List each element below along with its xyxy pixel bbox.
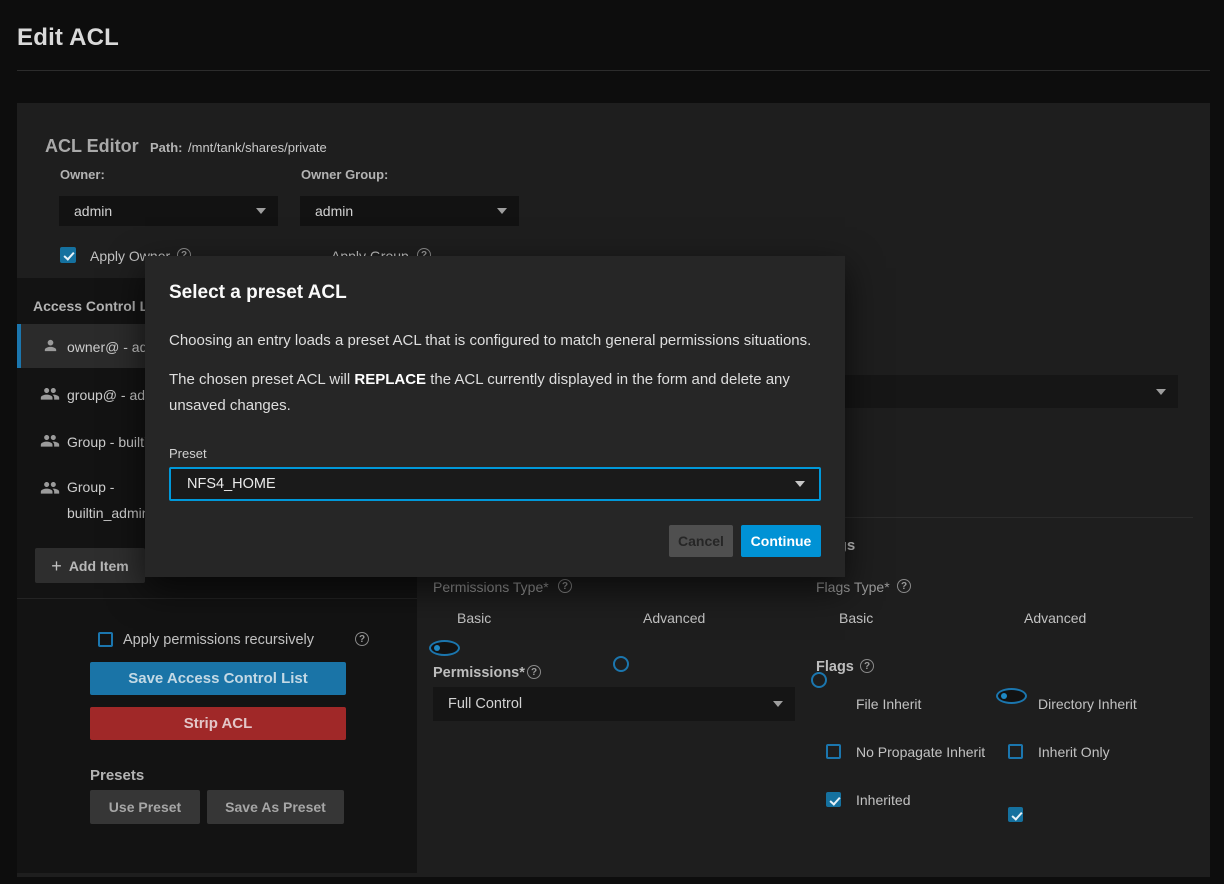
flag-file-inherit-label: File Inherit bbox=[856, 696, 921, 712]
help-icon[interactable]: ? bbox=[897, 579, 911, 593]
chevron-down-icon bbox=[497, 208, 507, 214]
chevron-down-icon bbox=[256, 208, 266, 214]
plus-icon: + bbox=[51, 557, 62, 575]
permissions-type-label: Permissions Type* bbox=[433, 579, 549, 595]
selected-indicator bbox=[17, 324, 21, 368]
flags-type-basic-label: Basic bbox=[839, 610, 873, 626]
save-acl-button[interactable]: Save Access Control List bbox=[90, 662, 346, 695]
chevron-down-icon bbox=[1156, 389, 1166, 395]
strip-acl-button[interactable]: Strip ACL bbox=[90, 707, 346, 740]
help-icon[interactable]: ? bbox=[527, 665, 541, 679]
continue-label: Continue bbox=[751, 533, 812, 549]
owner-group-select-value: admin bbox=[315, 203, 497, 219]
continue-button[interactable]: Continue bbox=[741, 525, 821, 557]
flags-type-label: Flags Type* bbox=[816, 579, 890, 595]
flag-no-propagate-label: No Propagate Inherit bbox=[856, 744, 985, 760]
add-item-label: Add Item bbox=[69, 558, 129, 574]
save-as-preset-label: Save As Preset bbox=[225, 799, 326, 815]
chevron-down-icon bbox=[795, 481, 805, 487]
owner-select-value: admin bbox=[74, 203, 256, 219]
acl-list-item-group-builtin[interactable]: Group - builti bbox=[67, 434, 147, 450]
presets-heading: Presets bbox=[90, 767, 144, 784]
add-item-button[interactable]: + Add Item bbox=[35, 548, 145, 583]
cancel-label: Cancel bbox=[678, 533, 724, 549]
permissions-type-advanced-radio[interactable] bbox=[613, 656, 629, 672]
dialog-title: Select a preset ACL bbox=[169, 282, 347, 304]
save-acl-label: Save Access Control List bbox=[128, 670, 308, 687]
use-preset-label: Use Preset bbox=[109, 799, 181, 815]
flag-no-propagate-checkbox[interactable] bbox=[826, 744, 841, 759]
cancel-button[interactable]: Cancel bbox=[669, 525, 733, 557]
owner-group-select[interactable]: admin bbox=[300, 196, 519, 226]
chevron-down-icon bbox=[773, 701, 783, 707]
group-icon bbox=[40, 385, 60, 401]
apply-recursively-checkbox[interactable] bbox=[98, 632, 113, 647]
path-value: /mnt/tank/shares/private bbox=[188, 140, 327, 155]
save-as-preset-button[interactable]: Save As Preset bbox=[207, 790, 344, 824]
acl-list-item-group-builtin-admin[interactable]: Group - bbox=[67, 479, 114, 495]
select-preset-dialog: Select a preset ACL Choosing an entry lo… bbox=[145, 256, 845, 577]
group-icon bbox=[40, 479, 60, 495]
permissions-select-value: Full Control bbox=[448, 696, 773, 712]
acl-editor-heading: ACL Editor bbox=[45, 136, 139, 157]
flag-directory-inherit-label: Directory Inherit bbox=[1038, 696, 1137, 712]
acl-list-item-group[interactable]: group@ - adm bbox=[67, 387, 157, 403]
help-icon[interactable]: ? bbox=[558, 579, 572, 593]
preset-select[interactable]: NFS4_HOME bbox=[169, 467, 821, 501]
permissions-type-basic-radio[interactable] bbox=[429, 640, 460, 656]
owner-label: Owner: bbox=[60, 167, 105, 182]
permissions-label: Permissions* bbox=[433, 665, 525, 681]
flags-label: Flags bbox=[816, 659, 854, 675]
strip-acl-label: Strip ACL bbox=[184, 715, 253, 732]
preset-label: Preset bbox=[169, 446, 207, 461]
preset-select-value: NFS4_HOME bbox=[187, 476, 795, 492]
dialog-text-1: Choosing an entry loads a preset ACL tha… bbox=[169, 328, 824, 354]
acl-list-item-label-line2: builtin_admin bbox=[67, 505, 150, 521]
dialog-text-2-bold: REPLACE bbox=[354, 371, 426, 388]
flag-inherit-only-label: Inherit Only bbox=[1038, 744, 1110, 760]
flag-inherited-label: Inherited bbox=[856, 792, 910, 808]
group-icon bbox=[40, 432, 60, 448]
path-label: Path: bbox=[150, 140, 183, 155]
edit-acl-page: Edit ACL ACL Editor Path: /mnt/tank/shar… bbox=[0, 0, 1224, 884]
use-preset-button[interactable]: Use Preset bbox=[90, 790, 200, 824]
apply-recursively-label: Apply permissions recursively bbox=[123, 632, 314, 648]
flags-type-advanced-label: Advanced bbox=[1024, 610, 1086, 626]
dialog-text-2-prefix: The chosen preset ACL will bbox=[169, 371, 354, 388]
page-title: Edit ACL bbox=[17, 24, 119, 52]
permissions-select[interactable]: Full Control bbox=[433, 687, 795, 721]
help-icon[interactable]: ? bbox=[355, 632, 369, 646]
flag-inherit-only-checkbox[interactable] bbox=[1008, 744, 1023, 759]
flag-directory-inherit-checkbox[interactable] bbox=[1008, 807, 1023, 822]
permissions-type-advanced-label: Advanced bbox=[643, 610, 705, 626]
divider bbox=[17, 70, 1210, 71]
owner-select[interactable]: admin bbox=[59, 196, 278, 226]
dialog-text-2: The chosen preset ACL will REPLACE the A… bbox=[169, 367, 827, 419]
permissions-type-basic-label: Basic bbox=[457, 610, 491, 626]
divider bbox=[17, 598, 417, 599]
apply-owner-checkbox[interactable] bbox=[60, 247, 76, 263]
help-icon[interactable]: ? bbox=[860, 659, 874, 673]
person-icon bbox=[42, 337, 59, 354]
flag-file-inherit-checkbox[interactable] bbox=[826, 792, 841, 807]
owner-group-label: Owner Group: bbox=[301, 167, 388, 182]
flags-type-advanced-radio[interactable] bbox=[996, 688, 1027, 704]
